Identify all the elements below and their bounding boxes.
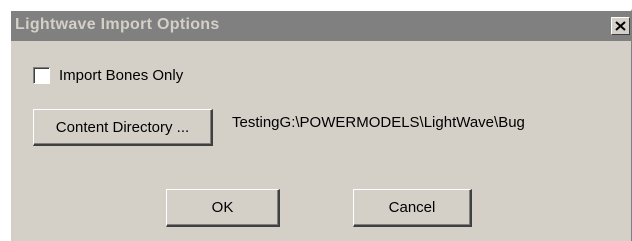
title-bar[interactable]: Lightwave Import Options — [11, 11, 632, 41]
ok-button[interactable]: OK — [166, 189, 280, 227]
import-bones-only-label[interactable]: Import Bones Only — [59, 67, 183, 84]
cancel-button[interactable]: Cancel — [353, 189, 472, 227]
content-directory-button[interactable]: Content Directory ... — [33, 109, 213, 146]
close-x-icon — [615, 21, 626, 31]
import-bones-only-checkbox[interactable] — [33, 67, 50, 84]
lightwave-import-dialog: Lightwave Import Options Import Bones On… — [9, 9, 632, 241]
close-button[interactable] — [611, 17, 630, 35]
dialog-title: Lightwave Import Options — [15, 16, 220, 33]
content-directory-path: TestingG:\POWERMODELS\LightWave\Bug — [232, 114, 525, 131]
